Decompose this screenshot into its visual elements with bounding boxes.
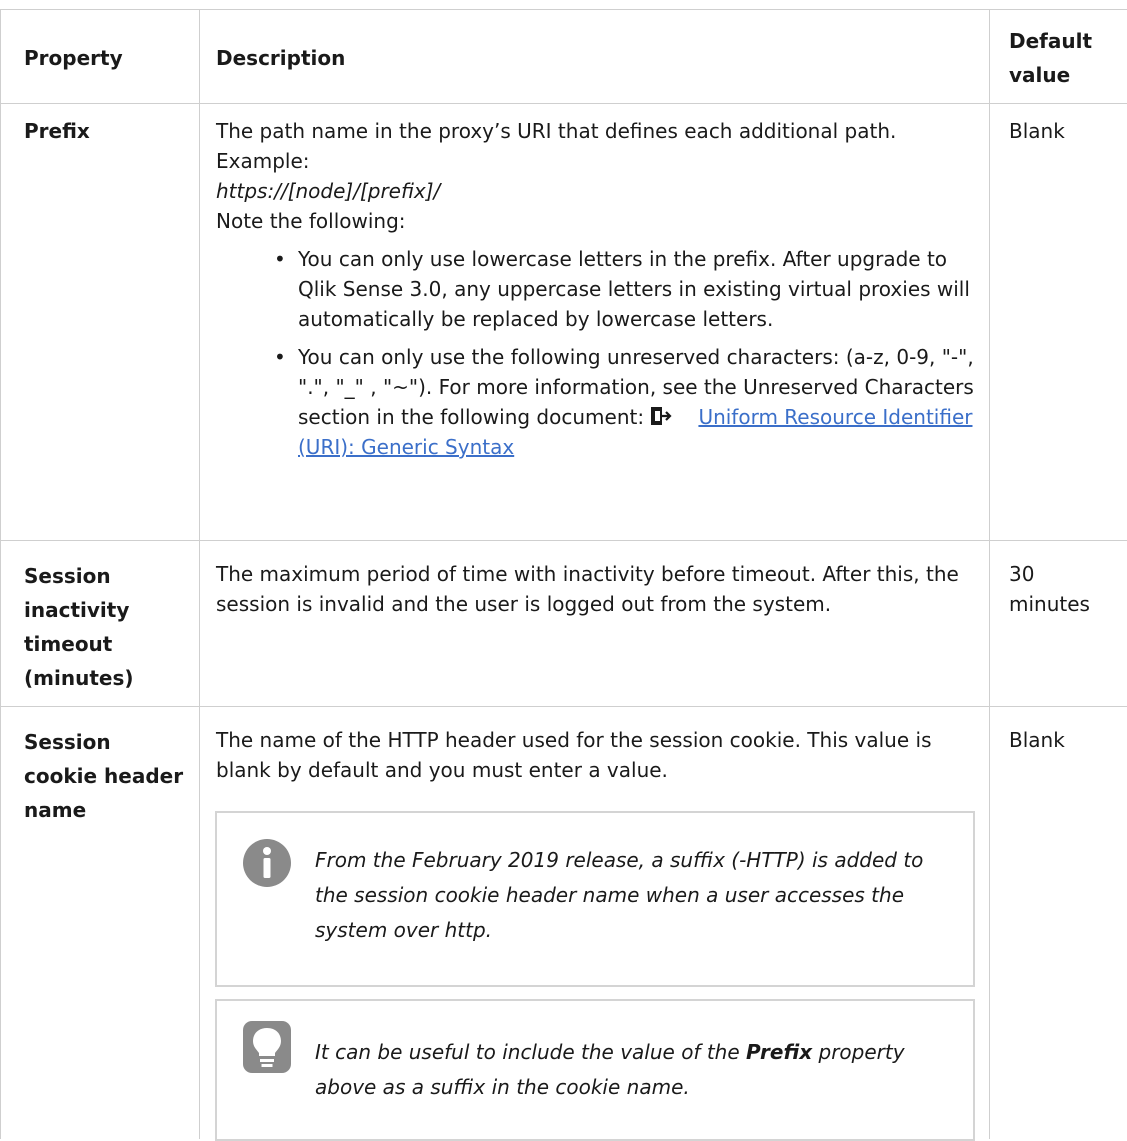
lightbulb-icon bbox=[243, 1021, 291, 1073]
description-text: The path name in the proxy’s URI that de… bbox=[216, 119, 897, 143]
info-icon bbox=[243, 839, 291, 887]
row-divider bbox=[0, 706, 1127, 707]
description-session-timeout: The maximum period of time with inactivi… bbox=[216, 562, 959, 616]
property-session-timeout: Session inactivity timeout (minutes) bbox=[24, 564, 134, 690]
list-item: You can only use lowercase letters in th… bbox=[256, 244, 976, 334]
property-cookie-header: Session cookie header name bbox=[24, 730, 184, 822]
info-note: From the February 2019 release, a suffix… bbox=[215, 811, 975, 987]
tip-text: It can be useful to include the value of… bbox=[315, 1040, 747, 1064]
description-text: Note the following: bbox=[216, 209, 406, 233]
default-prefix: Blank bbox=[1009, 119, 1065, 143]
header-description: Description bbox=[216, 46, 346, 70]
column-divider bbox=[989, 9, 990, 1139]
description-cookie-header: The name of the HTTP header used for the… bbox=[216, 728, 932, 782]
bullet-list: You can only use lowercase letters in th… bbox=[216, 244, 976, 462]
header-default-value: Default value bbox=[1009, 29, 1093, 87]
tip-note-text: It can be useful to include the value of… bbox=[315, 1035, 959, 1105]
column-divider bbox=[199, 9, 200, 1139]
example-url: https://[node]/[prefix]/ bbox=[216, 179, 441, 203]
description-prefix: The path name in the proxy’s URI that de… bbox=[216, 116, 976, 462]
external-link-icon[interactable] bbox=[650, 405, 672, 427]
description-text: Example: bbox=[216, 149, 310, 173]
properties-table: Property Description Default value Prefi… bbox=[0, 0, 1127, 1141]
property-prefix: Prefix bbox=[24, 119, 90, 143]
tip-note: It can be useful to include the value of… bbox=[215, 999, 975, 1141]
row-divider bbox=[0, 540, 1127, 541]
default-session-timeout: 30 minutes bbox=[1009, 562, 1090, 616]
tip-text-bold: Prefix bbox=[746, 1040, 813, 1064]
table-border-top bbox=[0, 9, 1127, 10]
row-divider bbox=[0, 103, 1127, 104]
table-border-left bbox=[0, 9, 1, 1139]
list-item: You can only use the following unreserve… bbox=[256, 342, 976, 462]
default-cookie-header: Blank bbox=[1009, 728, 1065, 752]
header-property: Property bbox=[24, 46, 123, 70]
info-note-text: From the February 2019 release, a suffix… bbox=[315, 848, 924, 942]
